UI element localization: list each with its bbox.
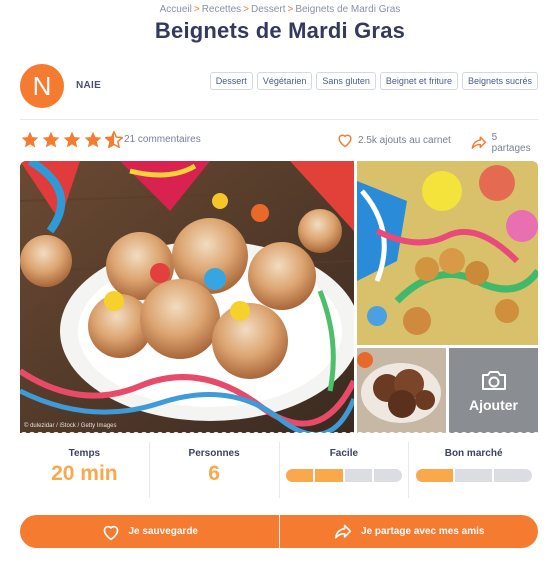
save-label: Je sauvegarde — [128, 526, 199, 537]
photo-thumbnail[interactable] — [357, 161, 538, 345]
star-rating[interactable] — [20, 130, 124, 150]
tag-vegetarien[interactable]: Végétarien — [256, 72, 313, 90]
info-time: Temps 20 min — [20, 442, 149, 498]
star-icon — [63, 131, 81, 148]
breadcrumb-separator: > — [193, 4, 200, 15]
difficulty-segment — [374, 469, 402, 482]
time-label: Temps — [68, 448, 101, 459]
heart-icon — [103, 525, 118, 540]
info-cost: Bon marché — [408, 442, 538, 498]
star-half-icon — [104, 130, 124, 149]
photo-gallery: © dulezidar / iStock / Getty Images Ajou… — [20, 161, 538, 433]
save-button[interactable]: Je sauvegarde — [20, 515, 279, 548]
action-bar: Je sauvegarde Je partage avec mes amis — [20, 515, 538, 548]
info-people: Personnes 6 — [148, 442, 279, 498]
author-name[interactable]: NAIE — [76, 80, 101, 91]
breadcrumb-separator: > — [243, 4, 250, 15]
saves-counter[interactable]: 2.5k ajouts au carnet — [336, 132, 451, 148]
breadcrumb-current: Beignets de Mardi Gras — [295, 4, 401, 15]
difficulty-segment — [344, 469, 373, 482]
tag-dessert[interactable]: Dessert — [209, 72, 253, 90]
people-value: 6 — [208, 462, 220, 485]
star-icon — [42, 131, 60, 148]
divider — [20, 119, 538, 120]
avatar[interactable]: N — [20, 64, 64, 108]
comments-link[interactable]: 21 commentaires — [124, 134, 201, 145]
share-label: Je partage avec mes amis — [361, 526, 485, 537]
tag-sans-gluten[interactable]: Sans gluten — [316, 72, 376, 90]
photo-thumbnail[interactable] — [357, 348, 446, 433]
share-button[interactable]: Je partage avec mes amis — [278, 515, 539, 548]
tag-beignets-sucres[interactable]: Beignets sucrés — [461, 72, 538, 90]
shares-label: 5 partages — [491, 132, 531, 154]
info-difficulty: Facile — [278, 442, 409, 498]
cost-segment — [494, 469, 532, 482]
breadcrumb-dessert[interactable]: Dessert — [251, 4, 285, 15]
cost-label: Bon marché — [444, 448, 503, 459]
cost-segment — [415, 469, 453, 482]
scallop-divider — [20, 432, 538, 438]
saves-label: 2.5k ajouts au carnet — [358, 134, 451, 146]
rating-row: 21 commentaires 2.5k ajouts au carnet 5 … — [20, 128, 538, 154]
breadcrumb: Accueil > Recettes > Dessert > Beignets de Mar… — [0, 4, 560, 15]
tag-list: Dessert Végétarien Sans gluten Beignet e… — [209, 72, 538, 90]
add-photo-label: Ajouter — [469, 396, 518, 413]
people-label: Personnes — [188, 448, 240, 459]
page-title: Beignets de Mardi Gras — [154, 18, 406, 43]
recipe-info: Temps 20 min Personnes 6 Facile Bon marc… — [20, 442, 538, 498]
breadcrumb-separator: > — [287, 4, 294, 15]
cost-meter — [415, 469, 532, 482]
share-icon — [334, 524, 352, 539]
main-photo[interactable]: © dulezidar / iStock / Getty Images — [20, 161, 354, 433]
breadcrumb-recipes[interactable]: Recettes — [202, 4, 241, 15]
difficulty-segment — [315, 469, 343, 482]
star-icon — [84, 131, 102, 148]
shares-counter[interactable]: 5 partages — [470, 132, 538, 154]
party-photo — [357, 161, 538, 345]
heart-icon — [338, 134, 352, 148]
difficulty-meter — [285, 469, 402, 482]
share-icon — [471, 136, 487, 149]
beignets-photo — [20, 161, 354, 433]
chocolate-beignets-photo — [357, 348, 446, 433]
difficulty-segment — [285, 469, 314, 482]
cost-segment — [454, 469, 493, 482]
add-photo-button[interactable]: Ajouter — [449, 348, 538, 433]
breadcrumb-home[interactable]: Accueil — [160, 4, 192, 15]
time-value: 20 min — [51, 462, 118, 485]
difficulty-label: Facile — [329, 448, 359, 459]
camera-icon — [481, 370, 506, 390]
star-icon — [21, 131, 39, 148]
tag-beignet-friture[interactable]: Beignet et friture — [379, 72, 458, 90]
